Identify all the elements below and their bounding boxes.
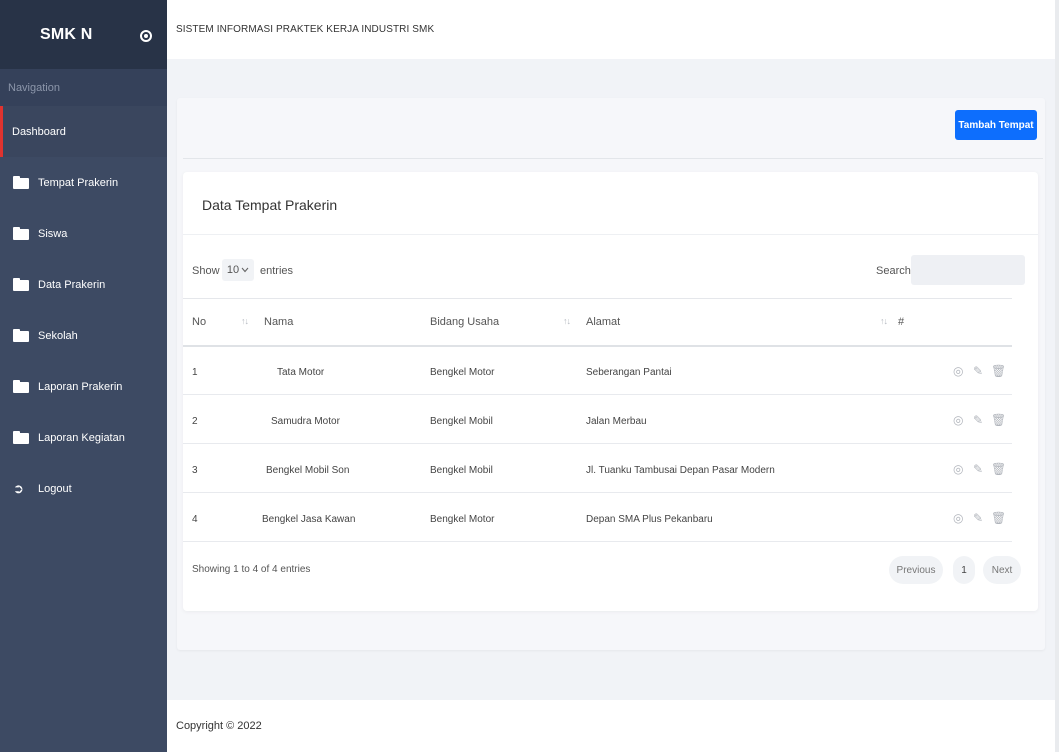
sidebar-item-label: Logout (38, 482, 72, 495)
cell-bidang-usaha: Bengkel Motor (430, 514, 495, 525)
sort-icon[interactable]: ↑↓ (563, 316, 571, 326)
cell-nama: Samudra Motor (271, 416, 340, 427)
sidebar-item-sekolah[interactable]: Sekolah (0, 310, 167, 361)
edit-icon[interactable]: ✎ (973, 413, 983, 427)
cell-alamat: Depan SMA Plus Pekanbaru (586, 514, 713, 525)
row-divider (183, 492, 1012, 493)
row-divider (183, 541, 1012, 542)
search-input[interactable] (911, 255, 1025, 285)
view-icon[interactable]: ◎ (953, 462, 963, 476)
column-header-no[interactable]: No (192, 316, 206, 328)
cell-nama: Bengkel Jasa Kawan (262, 514, 356, 525)
folder-icon (13, 380, 29, 393)
cell-nama: Tata Motor (277, 367, 325, 378)
page-1-button[interactable]: 1 (953, 556, 975, 584)
edit-icon[interactable]: ✎ (973, 462, 983, 476)
table-card (183, 172, 1038, 611)
cell-bidang-usaha: Bengkel Mobil (430, 465, 493, 476)
entries-length-select[interactable]: 10 (222, 259, 254, 281)
sort-icon[interactable]: ↑↓ (241, 316, 249, 326)
column-header-bidang-usaha[interactable]: Bidang Usaha (430, 316, 499, 328)
row-divider (183, 394, 1012, 395)
sidebar-item-label: Sekolah (38, 329, 78, 342)
delete-icon[interactable]: 🗑 (991, 462, 1006, 476)
view-icon[interactable]: ◎ (953, 511, 963, 525)
table-header-border (183, 298, 1012, 299)
edit-icon[interactable]: ✎ (973, 511, 983, 525)
sidebar-item-label: Laporan Prakerin (38, 380, 123, 393)
nav-heading: Navigation (0, 69, 167, 106)
cell-no: 1 (192, 367, 198, 378)
view-icon[interactable]: ◎ (953, 413, 963, 427)
folder-icon (13, 176, 29, 189)
brand: SMK N (0, 0, 167, 69)
card-title: Data Tempat Prakerin (202, 197, 338, 213)
footer: Copyright © 2022 (167, 700, 1059, 752)
sidebar-item-tempat-prakerin[interactable]: Tempat Prakerin (0, 157, 167, 208)
entries-length-value: 10 (226, 264, 240, 276)
folder-icon (13, 278, 29, 291)
app-title: SISTEM INFORMASI PRAKTEK KERJA INDUSTRI … (176, 24, 435, 35)
show-label: Show (192, 265, 220, 277)
sidebar: SMK N Navigation Dashboard Tempat Praker… (0, 0, 167, 752)
sort-icon[interactable]: ↑↓ (880, 316, 888, 326)
table-info: Showing 1 to 4 of 4 entries (192, 564, 311, 575)
cell-alamat: Seberangan Pantai (586, 367, 672, 378)
column-header-alamat[interactable]: Alamat (586, 316, 620, 328)
sidebar-item-label: Siswa (38, 227, 68, 240)
cell-alamat: Jalan Merbau (586, 416, 647, 427)
folder-icon (13, 227, 29, 240)
cell-bidang-usaha: Bengkel Motor (430, 367, 495, 378)
delete-icon[interactable]: 🗑 (991, 364, 1006, 378)
divider (183, 234, 1038, 235)
delete-icon[interactable]: 🗑 (991, 413, 1006, 427)
cell-nama: Bengkel Mobil Son (266, 465, 350, 476)
copyright: Copyright © 2022 (176, 720, 262, 732)
folder-icon (13, 431, 29, 444)
sidebar-item-label: Laporan Kegiatan (38, 431, 125, 444)
divider (183, 158, 1043, 159)
row-divider (183, 443, 1012, 444)
sidebar-item-laporan-kegiatan[interactable]: Laporan Kegiatan (0, 412, 167, 463)
delete-icon[interactable]: 🗑 (991, 511, 1006, 525)
scrollbar[interactable] (1055, 0, 1059, 752)
search-label: Search: (876, 265, 914, 277)
cell-no: 3 (192, 465, 198, 476)
next-button[interactable]: Next (983, 556, 1021, 584)
entries-label: entries (260, 265, 294, 277)
sidebar-toggle-icon[interactable] (140, 30, 152, 42)
sidebar-item-laporan-prakerin[interactable]: Laporan Prakerin (0, 361, 167, 412)
cell-bidang-usaha: Bengkel Mobil (430, 416, 493, 427)
logout-icon: ➲ (13, 481, 24, 496)
column-header-actions: # (898, 316, 905, 328)
sidebar-item-label: Data Prakerin (38, 278, 106, 291)
topbar: SISTEM INFORMASI PRAKTEK KERJA INDUSTRI … (167, 0, 1059, 59)
edit-icon[interactable]: ✎ (973, 364, 983, 378)
chevron-down-icon (241, 267, 249, 273)
table-header-border (183, 345, 1012, 347)
sidebar-item-siswa[interactable]: Siswa (0, 208, 167, 259)
sidebar-item-data-prakerin[interactable]: Data Prakerin (0, 259, 167, 310)
previous-button[interactable]: Previous (889, 556, 943, 584)
sidebar-item-label: Tempat Prakerin (38, 176, 119, 189)
add-place-button[interactable]: Tambah Tempat (955, 110, 1037, 140)
sidebar-item-dashboard[interactable]: Dashboard (0, 106, 167, 157)
brand-title: SMK N (40, 25, 93, 43)
cell-no: 4 (192, 514, 198, 525)
column-header-nama[interactable]: Nama (264, 316, 293, 328)
view-icon[interactable]: ◎ (953, 364, 963, 378)
sidebar-item-logout[interactable]: ➲ Logout (0, 463, 167, 514)
cell-no: 2 (192, 416, 198, 427)
folder-icon (13, 329, 29, 342)
sidebar-item-label: Dashboard (12, 125, 66, 138)
cell-alamat: Jl. Tuanku Tambusai Depan Pasar Modern (586, 465, 775, 476)
